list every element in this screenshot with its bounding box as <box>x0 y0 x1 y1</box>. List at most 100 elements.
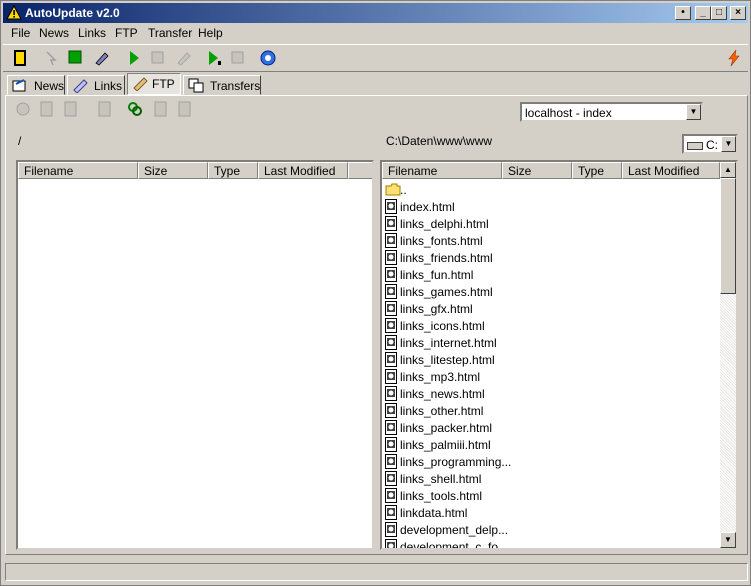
tab-news[interactable]: News <box>7 75 65 95</box>
list-item[interactable]: links_delphi.html <box>384 215 720 232</box>
site-select[interactable]: localhost - index ▼ <box>520 102 703 122</box>
list-item[interactable]: links_programming... <box>384 453 720 470</box>
ftp-icon <box>133 77 148 91</box>
menu-links[interactable]: Links <box>78 26 106 40</box>
drive-select[interactable]: C: ▼ <box>682 134 738 154</box>
scroll-thumb[interactable] <box>720 178 736 294</box>
file-name: links_icons.html <box>400 319 485 333</box>
html-file-icon <box>385 216 397 231</box>
disabled-tool-icon[interactable] <box>175 49 193 67</box>
exit-door-icon[interactable] <box>11 49 29 67</box>
scroll-down-button[interactable]: ▼ <box>720 532 736 548</box>
menu-help[interactable]: Help <box>198 26 223 40</box>
vertical-scrollbar[interactable]: ▲ ▼ <box>720 162 736 548</box>
html-file-icon <box>385 301 397 316</box>
chevron-down-icon[interactable]: ▼ <box>721 136 736 152</box>
menu-ftp[interactable]: FTP <box>115 26 138 40</box>
disabled-file-icon[interactable] <box>152 100 170 118</box>
title-bar[interactable]: AutoUpdate v2.0 • _ □ × <box>3 3 748 23</box>
tab-ftp[interactable]: FTP <box>127 73 181 95</box>
file-name: links_palmiii.html <box>400 438 491 452</box>
list-item[interactable]: linkdata.html <box>384 504 720 521</box>
scroll-up-button[interactable]: ▲ <box>720 162 736 178</box>
list-item[interactable]: links_icons.html <box>384 317 720 334</box>
local-file-list[interactable]: Filename Size Type Last Modified .. index… <box>380 160 738 550</box>
list-item[interactable]: links_other.html <box>384 402 720 419</box>
help-icon[interactable] <box>259 49 277 67</box>
list-item[interactable]: links_games.html <box>384 283 720 300</box>
html-file-icon <box>385 335 397 350</box>
column-header-filename[interactable]: Filename <box>18 162 138 179</box>
column-header-type[interactable]: Type <box>208 162 258 179</box>
file-name: links_packer.html <box>400 421 493 435</box>
html-file-icon <box>385 284 397 299</box>
html-file-icon <box>385 403 397 418</box>
file-name: index.html <box>400 200 455 214</box>
html-file-icon <box>385 471 397 486</box>
lightning-icon[interactable] <box>725 49 743 67</box>
file-name: links_programming... <box>400 455 512 469</box>
disabled-pointer-icon[interactable] <box>43 49 61 67</box>
html-file-icon <box>385 505 397 520</box>
html-file-icon <box>385 250 397 265</box>
tab-links[interactable]: Links <box>67 75 125 95</box>
column-header-size[interactable]: Size <box>502 162 572 179</box>
list-item[interactable]: links_tools.html <box>384 487 720 504</box>
list-item[interactable]: links_fonts.html <box>384 232 720 249</box>
html-file-icon <box>385 352 397 367</box>
menu-transfer[interactable]: Transfer <box>148 26 192 40</box>
list-item[interactable]: links_litestep.html <box>384 351 720 368</box>
list-item[interactable]: .. <box>384 181 720 198</box>
disabled-file-icon[interactable] <box>176 100 194 118</box>
list-item[interactable]: links_gfx.html <box>384 300 720 317</box>
chevron-down-icon[interactable]: ▼ <box>686 104 701 120</box>
play-icon[interactable] <box>125 49 143 67</box>
column-header-filename[interactable]: Filename <box>382 162 502 179</box>
file-name: links_internet.html <box>400 336 497 350</box>
disabled-file-icon[interactable] <box>38 100 56 118</box>
list-item[interactable]: links_fun.html <box>384 266 720 283</box>
list-item[interactable]: links_packer.html <box>384 419 720 436</box>
list-item[interactable]: development_delp... <box>384 521 720 538</box>
column-header-last-modified[interactable]: Last Modified <box>622 162 720 179</box>
menu-news[interactable]: News <box>39 26 69 40</box>
disabled-stop-icon[interactable] <box>149 49 167 67</box>
drive-select-value: C: <box>706 138 718 152</box>
list-item[interactable]: links_news.html <box>384 385 720 402</box>
file-name: development_delp... <box>400 523 509 537</box>
play-next-icon[interactable] <box>205 49 223 67</box>
list-item[interactable]: development_c_fo... <box>384 538 720 548</box>
green-stop-icon[interactable] <box>67 49 85 67</box>
html-file-icon <box>385 386 397 401</box>
list-item[interactable]: links_internet.html <box>384 334 720 351</box>
connect-link-icon[interactable] <box>126 100 144 118</box>
site-select-value: localhost - index <box>525 106 612 120</box>
list-item[interactable]: links_mp3.html <box>384 368 720 385</box>
disabled-file-icon[interactable] <box>96 100 114 118</box>
column-header-size[interactable]: Size <box>138 162 208 179</box>
list-item[interactable]: links_shell.html <box>384 470 720 487</box>
list-item[interactable]: links_friends.html <box>384 249 720 266</box>
html-file-icon <box>385 199 397 214</box>
close-button[interactable]: × <box>730 6 746 20</box>
html-file-icon <box>385 454 397 469</box>
tab-transfers[interactable]: Transfers <box>183 75 261 95</box>
maximize-button[interactable]: □ <box>711 6 727 20</box>
column-header-type[interactable]: Type <box>572 162 622 179</box>
disabled-gear-icon[interactable] <box>14 100 32 118</box>
file-name: .. <box>400 183 407 197</box>
column-header-filler <box>348 162 372 179</box>
pin-button[interactable]: • <box>675 6 691 20</box>
list-item[interactable]: index.html <box>384 198 720 215</box>
edit-tool-icon[interactable] <box>93 49 111 67</box>
html-file-icon <box>385 437 397 452</box>
html-file-icon <box>385 267 397 282</box>
html-file-icon <box>385 488 397 503</box>
menu-file[interactable]: File <box>11 26 30 40</box>
column-header-last-modified[interactable]: Last Modified <box>258 162 348 179</box>
disabled-square-icon[interactable] <box>229 49 247 67</box>
list-item[interactable]: links_palmiii.html <box>384 436 720 453</box>
minimize-button[interactable]: _ <box>695 6 711 20</box>
remote-file-list[interactable]: Filename Size Type Last Modified <box>16 160 374 550</box>
disabled-file-icon[interactable] <box>62 100 80 118</box>
